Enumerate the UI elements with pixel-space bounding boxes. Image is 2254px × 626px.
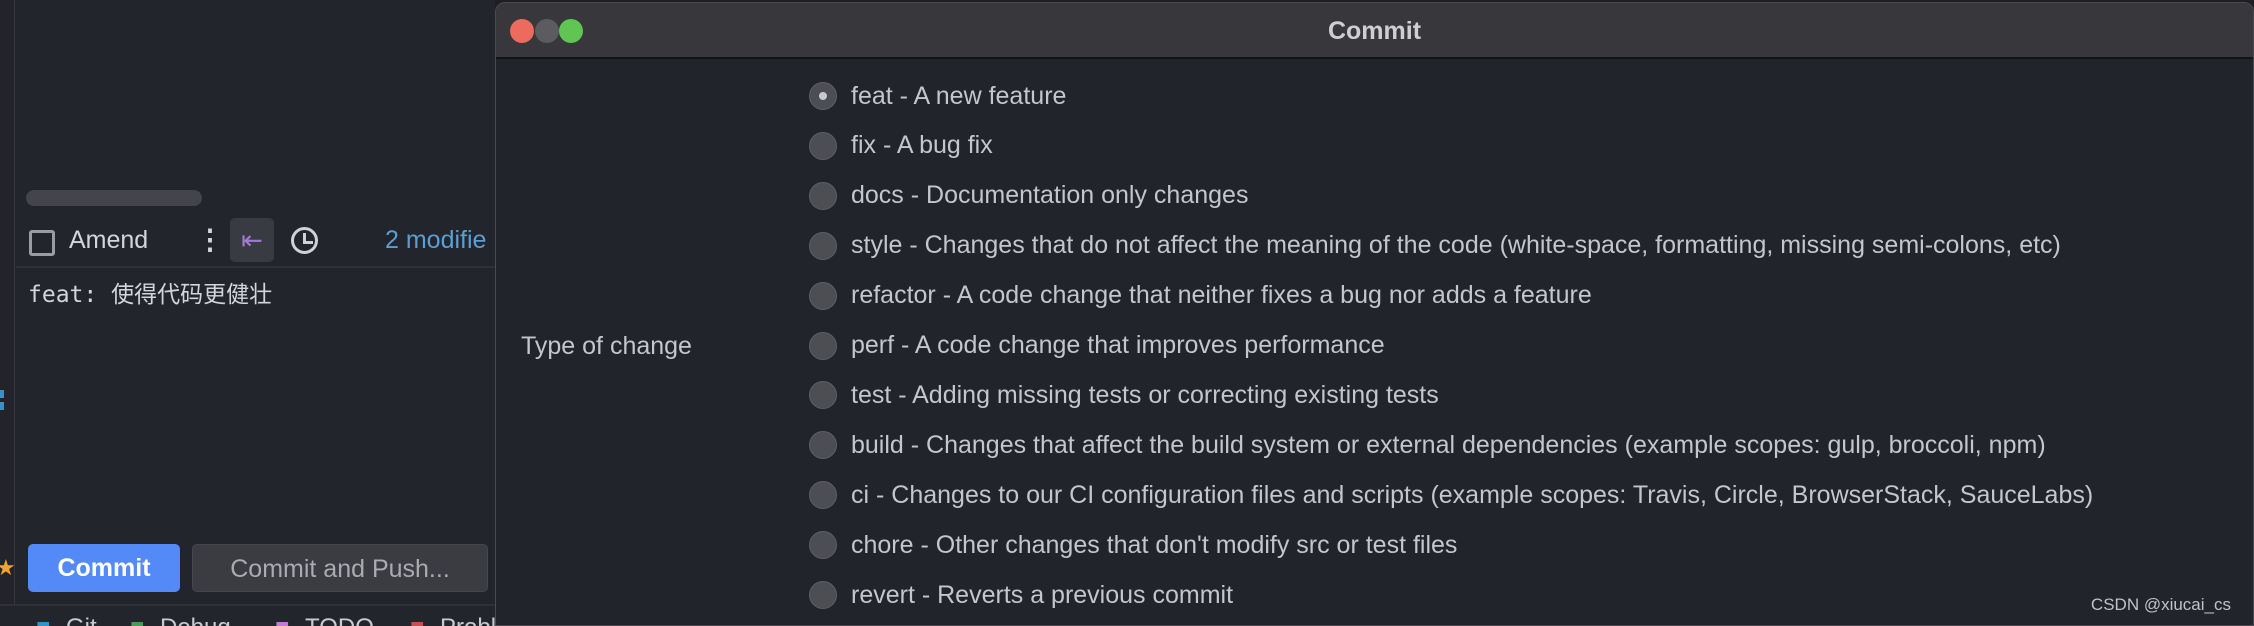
radio-button[interactable] xyxy=(809,531,837,560)
radio-label[interactable]: revert - Reverts a previous commit xyxy=(851,581,1233,610)
structure-tab-icon-2[interactable] xyxy=(0,402,4,410)
history-clock-icon[interactable] xyxy=(291,227,318,254)
radio-button[interactable] xyxy=(809,231,837,260)
amend-label[interactable]: Amend xyxy=(69,226,148,255)
radio-option[interactable]: perf - A code change that improves perfo… xyxy=(809,329,1385,363)
radio-label[interactable]: style - Changes that do not affect the m… xyxy=(851,231,2061,260)
dialog-title: Commit xyxy=(1327,17,1422,45)
commit-and-push-button[interactable]: Commit and Push... xyxy=(192,544,488,592)
radio-button[interactable] xyxy=(809,82,837,110)
radio-option[interactable]: feat - A new feature xyxy=(809,79,1066,113)
commit-button[interactable]: Commit xyxy=(28,544,180,592)
commit-dialog: Commit Type of change feat - A new featu… xyxy=(495,2,2254,626)
radio-button[interactable] xyxy=(809,381,837,410)
radio-button[interactable] xyxy=(809,181,837,210)
bottom-tab-icon: ■ xyxy=(36,614,51,626)
watermark: CSDN @xiucai_cs xyxy=(2090,595,2231,614)
bottom-tab-icon: ■ xyxy=(275,614,290,626)
show-diff-icon[interactable]: ⇤ xyxy=(230,218,274,262)
radio-label[interactable]: test - Adding missing tests or correctin… xyxy=(851,381,1439,410)
radio-button[interactable] xyxy=(809,431,837,460)
radio-option[interactable]: docs - Documentation only changes xyxy=(809,179,1248,213)
title-bar: Commit xyxy=(496,3,2253,59)
radio-label[interactable]: ci - Changes to our CI configuration fil… xyxy=(851,481,2093,510)
commit-tool-window: ★ Amend ⋮ ⇤ 2 modifie feat: 使得代码更健壮 Comm… xyxy=(0,0,495,626)
radio-option[interactable]: ci - Changes to our CI configuration fil… xyxy=(809,478,2093,512)
radio-button[interactable] xyxy=(809,581,837,609)
radio-label[interactable]: perf - A code change that improves perfo… xyxy=(851,331,1385,360)
radio-button[interactable] xyxy=(809,131,837,160)
radio-option[interactable]: chore - Other changes that don't modify … xyxy=(809,528,1457,562)
radio-option[interactable]: style - Changes that do not affect the m… xyxy=(809,229,2061,263)
radio-label[interactable]: fix - A bug fix xyxy=(851,131,993,160)
type-of-change-label: Type of change xyxy=(521,332,692,360)
bottom-tab-icon: ■ xyxy=(410,614,425,626)
radio-option[interactable]: fix - A bug fix xyxy=(809,129,993,163)
bookmarks-star-icon[interactable]: ★ xyxy=(0,555,16,581)
radio-label[interactable]: build - Changes that affect the build sy… xyxy=(851,431,2046,460)
structure-tab-icon[interactable] xyxy=(0,390,4,398)
modified-files-count[interactable]: 2 modifie xyxy=(385,226,486,255)
bottom-tab[interactable]: Probl xyxy=(440,614,495,626)
commit-message-input[interactable]: feat: 使得代码更健壮 xyxy=(28,275,272,309)
commit-toolbar: Amend ⋮ ⇤ 2 modifie xyxy=(16,215,495,268)
radio-button[interactable] xyxy=(809,481,837,510)
radio-label[interactable]: refactor - A code change that neither fi… xyxy=(851,281,1592,310)
bottom-tab[interactable]: TODO xyxy=(305,614,374,626)
more-options-icon[interactable]: ⋮ xyxy=(196,223,224,256)
radio-label[interactable]: docs - Documentation only changes xyxy=(851,181,1248,210)
bottom-tab[interactable]: Debug xyxy=(160,614,231,626)
horizontal-scrollbar[interactable] xyxy=(26,190,202,206)
side-tool-strip: ★ xyxy=(0,0,16,626)
radio-label[interactable]: chore - Other changes that don't modify … xyxy=(851,531,1457,560)
radio-option[interactable]: test - Adding missing tests or correctin… xyxy=(809,378,1439,412)
bottom-tool-bar: ■ Git ■ Debug ■ TODO ■ Probl xyxy=(0,604,495,626)
bottom-tab[interactable]: Git xyxy=(66,614,97,626)
radio-button[interactable] xyxy=(809,331,837,360)
amend-checkbox[interactable] xyxy=(29,230,55,256)
radio-button[interactable] xyxy=(809,281,837,310)
radio-option[interactable]: revert - Reverts a previous commit xyxy=(809,578,1233,612)
radio-option[interactable]: refactor - A code change that neither fi… xyxy=(809,279,1592,313)
bottom-tab-icon: ■ xyxy=(130,614,145,626)
radio-option[interactable]: build - Changes that affect the build sy… xyxy=(809,428,2046,462)
radio-label[interactable]: feat - A new feature xyxy=(851,82,1066,111)
